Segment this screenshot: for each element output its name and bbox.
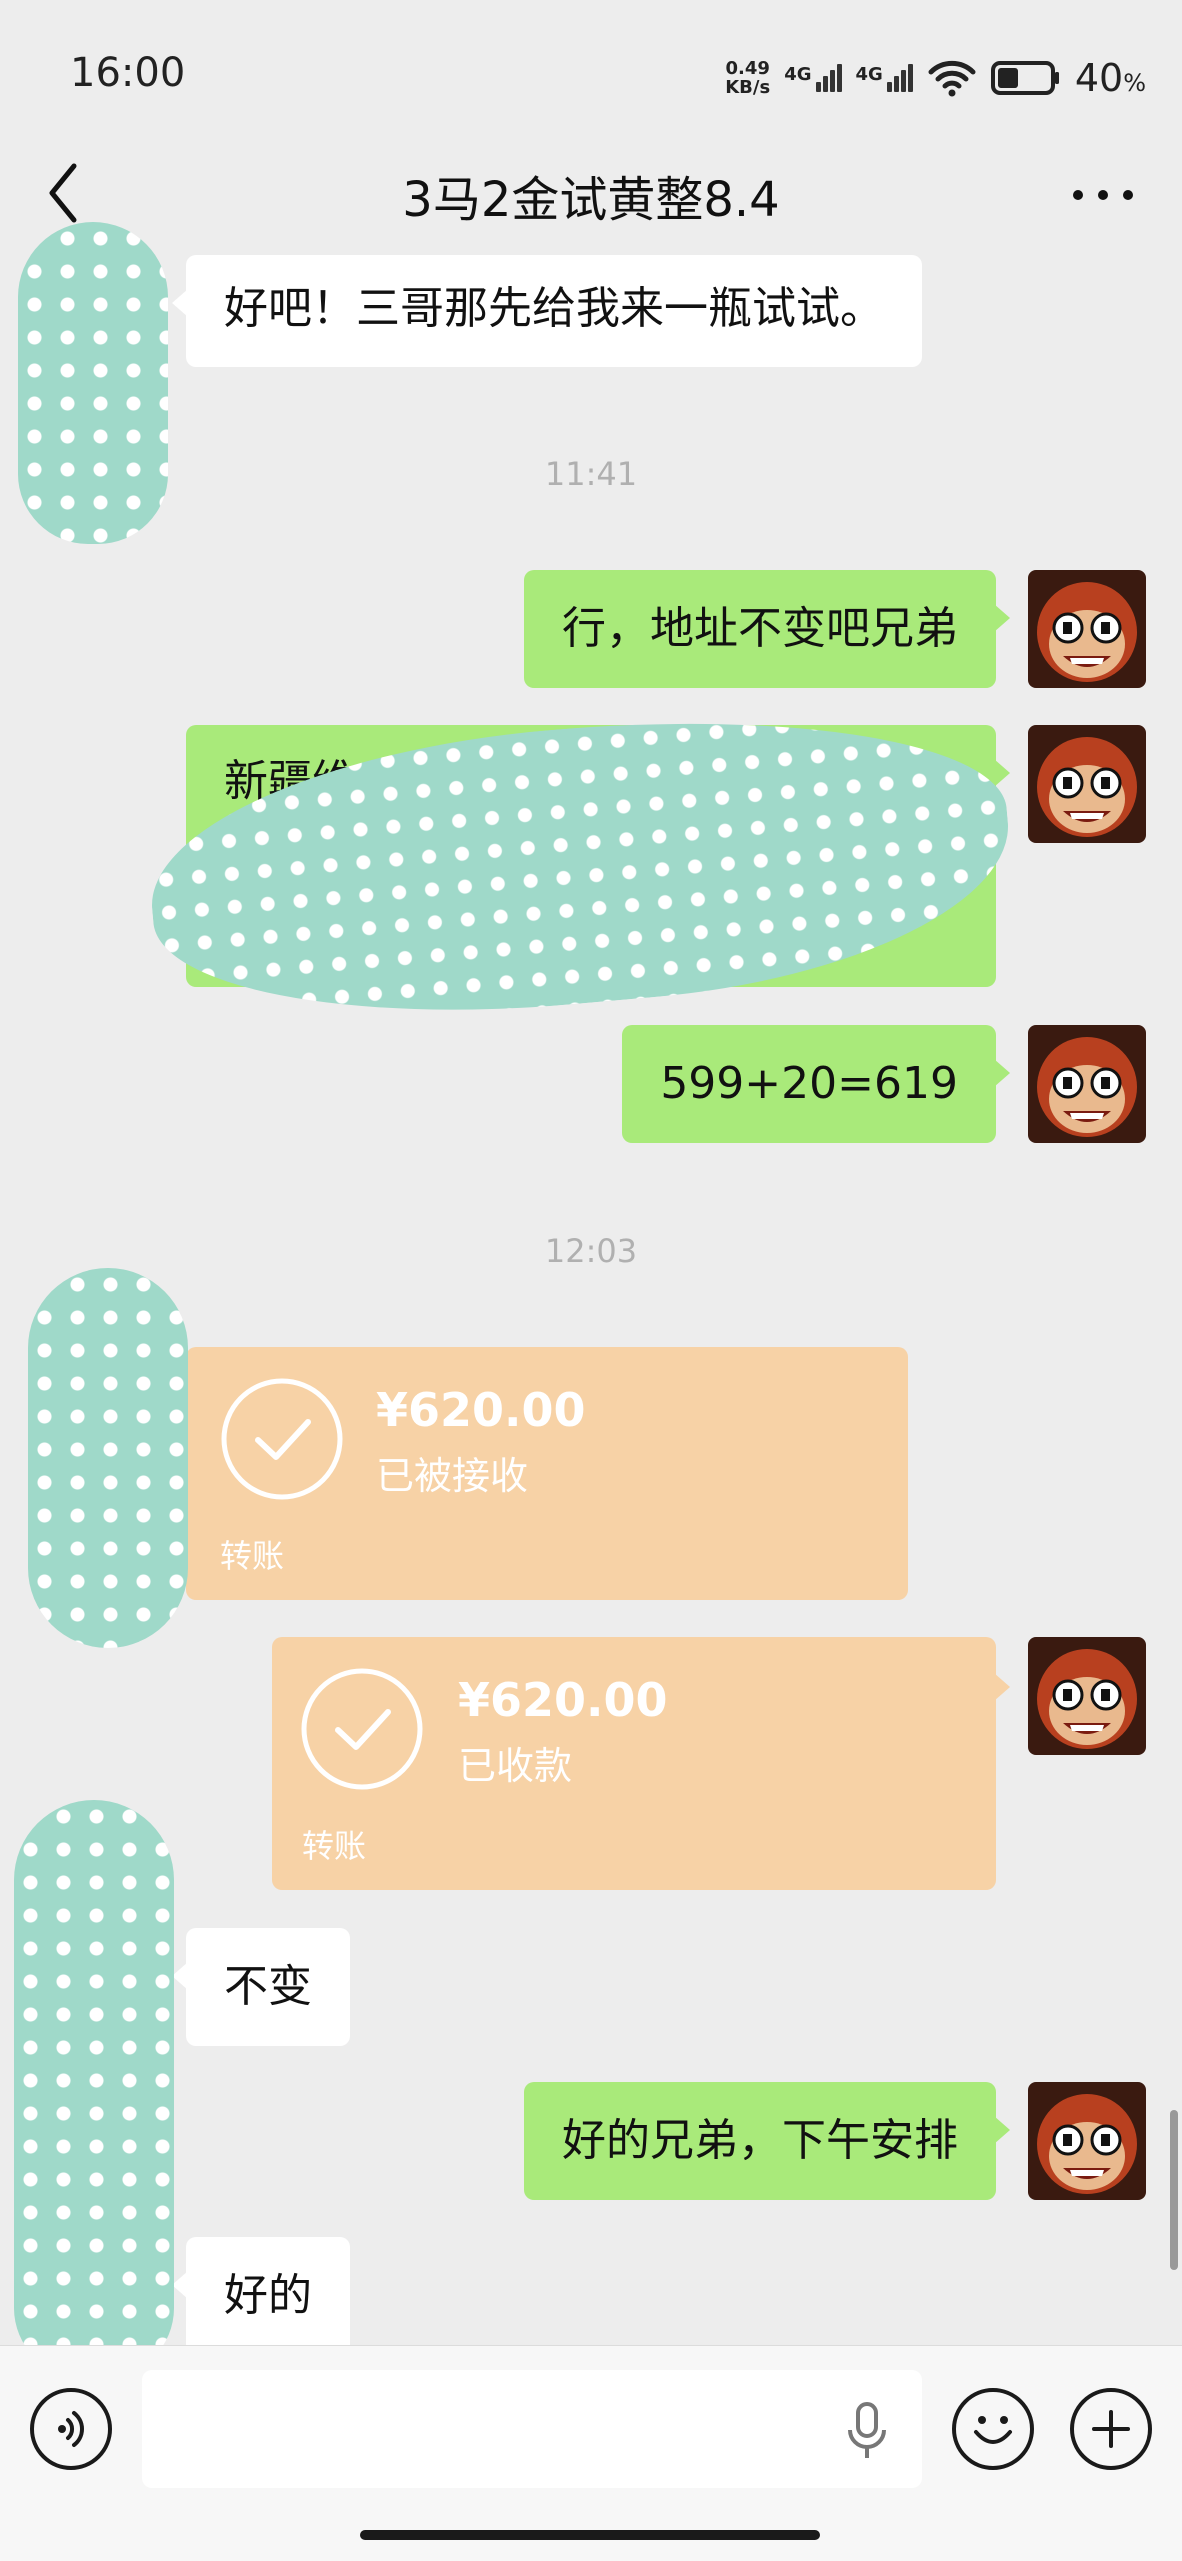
transfer-amount: ¥620.00	[376, 1383, 586, 1437]
network-speed: 0.49 KB/s	[725, 59, 770, 97]
home-indicator[interactable]	[360, 2530, 820, 2540]
avatar[interactable]	[1028, 1637, 1146, 1755]
status-time: 16:00	[70, 50, 186, 96]
timestamp: 11:41	[544, 455, 638, 493]
chat-title: 3马2金试黄整8.4	[402, 172, 780, 228]
message-bubble-received[interactable]: 好吧！三哥那先给我来一瓶试试。	[172, 255, 922, 367]
transfer-card-sent[interactable]: ¥620.00 已收款 转账	[272, 1637, 1010, 1890]
transfer-amount: ¥620.00	[458, 1673, 668, 1727]
more-icon[interactable]	[1068, 170, 1138, 220]
redaction-overlay	[28, 1268, 188, 1648]
redaction-overlay	[18, 222, 168, 544]
network-speed-value: 0.49	[725, 58, 770, 79]
avatar[interactable]	[1028, 2082, 1146, 2200]
message-bubble-received[interactable]: 不变	[172, 1928, 350, 2046]
avatar[interactable]	[1028, 570, 1146, 688]
plus-icon[interactable]	[1070, 2388, 1152, 2470]
emoji-icon[interactable]	[952, 2388, 1034, 2470]
message-bubble-received[interactable]: 好的	[172, 2237, 350, 2355]
battery-value: 40	[1074, 56, 1124, 100]
message-bubble-sent[interactable]: 好的兄弟，下午安排	[524, 2082, 1010, 2200]
network-speed-unit: KB/s	[725, 77, 771, 98]
battery-percentage: 40%	[1075, 56, 1146, 100]
message-bubble-sent[interactable]: 行，地址不变吧兄弟	[524, 570, 1010, 688]
battery-unit: %	[1123, 69, 1146, 97]
transfer-card-received[interactable]: ¥620.00 已被接收 转账	[172, 1347, 908, 1600]
transfer-status: 已收款	[458, 1744, 573, 1788]
signal-icon: 4G	[784, 64, 842, 92]
network-type-label-2: 4G	[855, 64, 883, 85]
transfer-status: 已被接收	[376, 1454, 529, 1498]
message-bubble-sent[interactable]: 599+20=619	[622, 1025, 1010, 1143]
check-icon	[221, 1378, 343, 1500]
battery-icon	[990, 61, 1059, 95]
avatar[interactable]	[1028, 1025, 1146, 1143]
status-indicators: 0.49 KB/s 4G 4G 40%	[725, 50, 1146, 106]
network-type-label: 4G	[784, 64, 812, 85]
voice-icon[interactable]	[30, 2388, 112, 2470]
microphone-icon[interactable]	[842, 2400, 892, 2464]
wifi-icon	[928, 60, 976, 97]
transfer-label: 转账	[220, 1537, 285, 1575]
message-input[interactable]	[142, 2370, 922, 2488]
timestamp: 12:03	[544, 1232, 638, 1270]
scrollbar[interactable]	[1170, 2110, 1178, 2270]
avatar[interactable]	[1028, 725, 1146, 843]
check-icon	[301, 1668, 423, 1790]
signal-icon-2: 4G	[856, 64, 913, 92]
redaction-overlay	[14, 1800, 174, 2378]
transfer-label: 转账	[302, 1827, 367, 1865]
